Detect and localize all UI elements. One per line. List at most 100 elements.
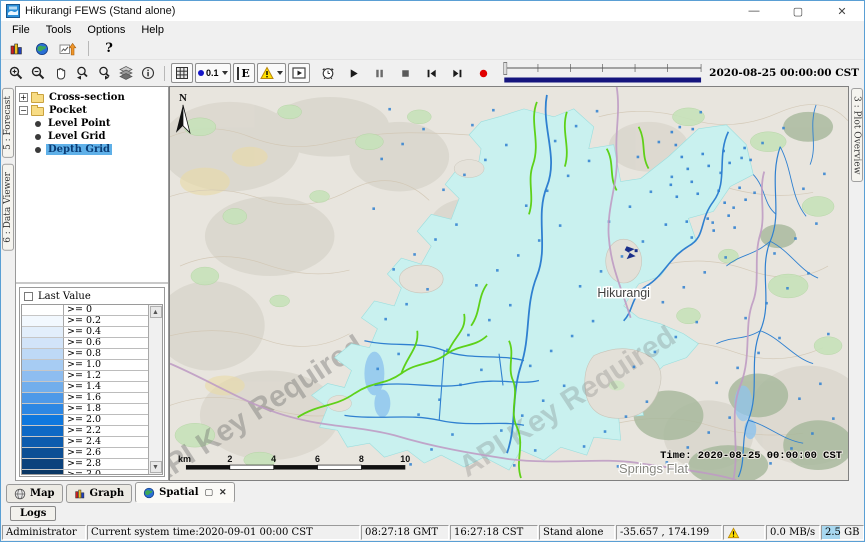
bullet-icon [35, 147, 41, 153]
scroll-down-icon[interactable]: ▼ [150, 461, 162, 473]
pan-button[interactable] [49, 63, 71, 83]
skip-to-end-button[interactable] [447, 63, 469, 83]
bars-icon [74, 488, 86, 500]
legend-row[interactable]: >= 3.0 [22, 470, 162, 475]
layers-button[interactable] [115, 63, 137, 83]
legend-color-swatch [22, 437, 64, 448]
legend-color-swatch [22, 470, 64, 475]
legend-color-swatch [22, 305, 64, 316]
zoom-in-icon [9, 66, 23, 80]
scroll-up-icon[interactable]: ▲ [150, 306, 162, 318]
play-button[interactable] [343, 63, 365, 83]
spatial-display-button[interactable] [31, 39, 53, 59]
close-button[interactable]: ✕ [820, 1, 864, 21]
tree-item-level-grid[interactable]: Level Grid [19, 130, 165, 143]
chevron-down-icon [222, 71, 228, 75]
logs-button[interactable]: Logs [10, 506, 56, 521]
time-slider[interactable] [503, 61, 704, 85]
legend-class-list: >= 0 >= 0.2 >= 0.4 >= 0.6 >= 0.8 >= 1.0 … [21, 304, 163, 475]
skip-to-start-button[interactable] [421, 63, 443, 83]
stop-icon [399, 67, 412, 80]
tree-item-level-point[interactable]: Level Point [19, 117, 165, 130]
map-view[interactable]: API Key Required API Key Required [169, 86, 849, 481]
animation-button[interactable] [288, 63, 310, 83]
thresholds-dropdown[interactable] [257, 63, 286, 83]
window-title: Hikurangi FEWS (Stand alone) [25, 5, 175, 17]
legend-color-swatch [22, 371, 64, 382]
tab-spatial[interactable]: Spatial ▢ ✕ [135, 482, 234, 503]
toolbar-separator [88, 41, 89, 56]
pause-button[interactable] [369, 63, 391, 83]
status-memory: 2.5 GB [821, 525, 864, 540]
tab-plot-overview[interactable]: 3 : Plot Overview [851, 88, 863, 182]
scale-button[interactable]: E [233, 63, 255, 83]
status-system-time: Current system time:2020-09-01 00:00 CST [87, 525, 360, 540]
svg-text:2: 2 [227, 454, 232, 464]
checkbox-icon[interactable] [24, 292, 33, 301]
svg-text:km: km [178, 454, 191, 464]
last-value-option[interactable]: Last Value [20, 288, 164, 304]
class-interval-dropdown[interactable]: 0.1 [195, 63, 231, 83]
status-coordinates: -35.657 , 174.199 [616, 525, 722, 540]
legend-scrollbar[interactable]: ▲ ▼ [148, 305, 162, 474]
grid-display-button[interactable] [171, 63, 193, 83]
tab-map-label: Map [30, 488, 55, 499]
help-button[interactable]: ? [98, 39, 120, 59]
zoom-in-button[interactable] [5, 63, 27, 83]
menu-tools[interactable]: Tools [38, 23, 80, 37]
zoom-next-icon [97, 66, 111, 80]
legend-color-swatch [22, 393, 64, 404]
tab-data-viewer[interactable]: 6 : Data Viewer [2, 164, 14, 251]
zoom-previous-button[interactable] [71, 63, 93, 83]
stop-button[interactable] [395, 63, 417, 83]
time-slider-handle[interactable] [503, 63, 506, 75]
interval-dot-icon [198, 70, 204, 76]
tab-forecast[interactable]: 5 : Forecast [2, 88, 14, 158]
legend-color-swatch [22, 459, 64, 470]
area-label: Springs Flat [619, 461, 689, 476]
zoom-previous-icon [75, 66, 89, 80]
globe-icon [143, 487, 155, 499]
minimize-button[interactable]: — [732, 1, 776, 21]
status-warning-cell[interactable] [723, 525, 765, 540]
tab-map[interactable]: Map [6, 484, 63, 503]
tree-item-cross-section[interactable]: + Cross-section [19, 91, 165, 104]
toolbar-separator [164, 66, 165, 81]
info-icon [141, 66, 155, 80]
tab-graph[interactable]: Graph [66, 484, 133, 503]
database-viewer-button[interactable] [5, 39, 27, 59]
legend-panel: Last Value >= 0 >= 0.2 >= 0.4 >= 0.6 >= … [16, 284, 168, 480]
zoom-out-button[interactable] [27, 63, 49, 83]
collapse-icon[interactable]: − [19, 106, 28, 115]
info-button[interactable] [137, 63, 159, 83]
basemap: API Key Required API Key Required [170, 87, 848, 480]
timeline-datetime: 2020-08-25 00:00:00 CST [709, 67, 859, 79]
top-toolbar: ? [1, 38, 864, 59]
town-label: Hikurangi [597, 286, 650, 300]
status-user: Administrator [2, 525, 86, 540]
legend-color-swatch [22, 448, 64, 459]
tab-spatial-label: Spatial [159, 487, 198, 498]
tree-item-pocket[interactable]: − Pocket [19, 104, 165, 117]
app-logo-icon [6, 4, 20, 18]
folder-icon [31, 94, 44, 103]
import-timeseries-button[interactable] [57, 39, 79, 59]
zoom-out-icon [31, 66, 45, 80]
tree-item-depth-grid[interactable]: Depth Grid [19, 143, 165, 156]
legend-color-swatch [22, 349, 64, 360]
svg-text:10: 10 [400, 454, 410, 464]
maximize-button[interactable]: ▢ [776, 1, 820, 21]
undock-panel-icon[interactable]: ▢ [205, 488, 214, 498]
left-tab-strip: 5 : Forecast 6 : Data Viewer [1, 86, 15, 481]
record-button[interactable] [473, 63, 495, 83]
close-panel-icon[interactable]: ✕ [219, 488, 227, 498]
expand-icon[interactable]: + [19, 93, 28, 102]
main-area: 5 : Forecast 6 : Data Viewer + Cross-sec… [1, 86, 864, 481]
menu-options[interactable]: Options [79, 23, 133, 37]
timer-clock-icon [321, 66, 335, 80]
menu-help[interactable]: Help [133, 23, 172, 37]
tree-item-label-selected: Depth Grid [46, 144, 112, 155]
timer-button[interactable] [317, 63, 339, 83]
menu-file[interactable]: File [4, 23, 38, 37]
zoom-next-button[interactable] [93, 63, 115, 83]
